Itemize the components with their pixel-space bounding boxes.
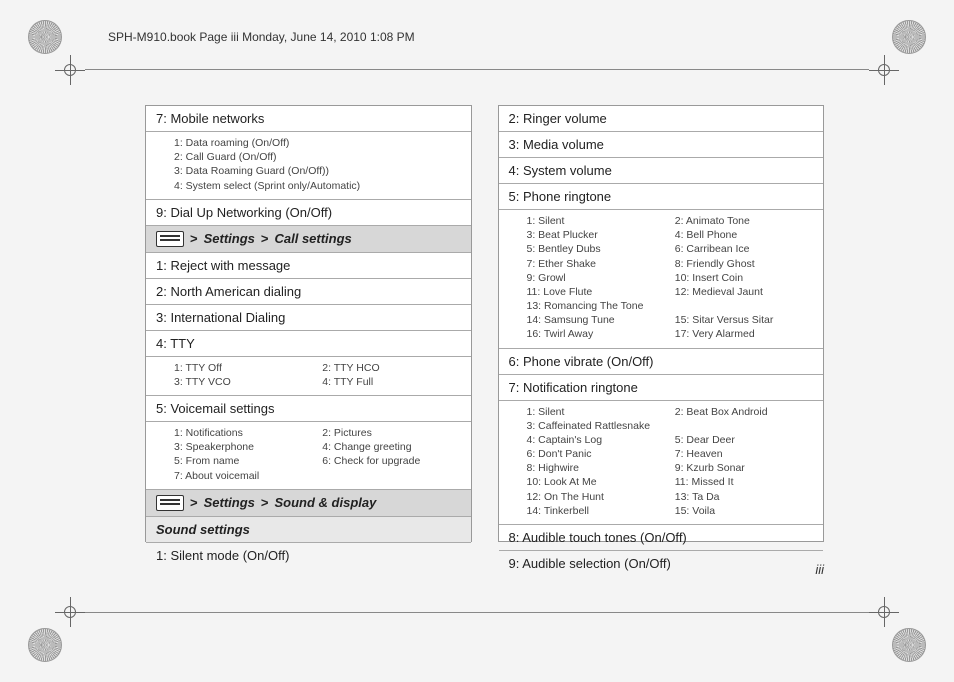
breadcrumb-part: Sound & display <box>274 495 376 510</box>
menu-row: 3: Media volume <box>499 132 824 158</box>
crop-mark-bl-icon <box>55 597 85 627</box>
sub-item: 4: Bell Phone <box>675 228 813 242</box>
left-column: 7: Mobile networks1: Data roaming (On/Of… <box>145 105 472 542</box>
sub-item: 9: Growl <box>527 271 665 285</box>
crop-line-top <box>85 69 869 70</box>
chevron-right-icon: > <box>190 231 198 246</box>
sub-item: 16: Twirl Away <box>527 327 665 341</box>
sub-item: 14: Tinkerbell <box>527 504 665 518</box>
sub-item: 14: Samsung Tune <box>527 313 665 327</box>
sub-item <box>322 469 460 483</box>
chevron-right-icon: > <box>261 231 269 246</box>
menu-row: 1: Silent mode (On/Off) <box>146 543 471 568</box>
document-header: SPH-M910.book Page iii Monday, June 14, … <box>108 30 415 44</box>
sub-item: 4: System select (Sprint only/Automatic) <box>174 179 461 193</box>
menu-row: 8: Audible touch tones (On/Off) <box>499 525 824 551</box>
crop-mark-tl-icon <box>55 55 85 85</box>
crop-line-bottom <box>85 612 869 613</box>
sub-item: 12: On The Hunt <box>527 490 665 504</box>
sub-item: 2: Pictures <box>322 426 460 440</box>
sub-item: 10: Insert Coin <box>675 271 813 285</box>
sub-item: 5: From name <box>174 454 312 468</box>
sub-item: 8: Friendly Ghost <box>675 257 813 271</box>
sub-item: 3: Beat Plucker <box>527 228 665 242</box>
sub-item: 3: Speakerphone <box>174 440 312 454</box>
sub-item: 6: Carribean Ice <box>675 242 813 256</box>
print-radial-bl-icon <box>28 628 62 662</box>
chevron-right-icon: > <box>261 495 269 510</box>
sub-item <box>675 299 813 313</box>
sub-item: 1: Data roaming (On/Off) <box>174 136 461 150</box>
sub-item: 3: TTY VCO <box>174 375 312 389</box>
sub-item: 11: Missed It <box>675 475 813 489</box>
menu-row: 2: Ringer volume <box>499 106 824 132</box>
sub-item: 2: Animato Tone <box>675 214 813 228</box>
breadcrumb-header: > Settings > Call settings <box>146 226 471 253</box>
breadcrumb-part: Settings <box>204 495 255 510</box>
breadcrumb-part: Call settings <box>274 231 351 246</box>
sub-item: 6: Don't Panic <box>527 447 665 461</box>
sub-item-grid: 1: Silent 2: Animato Tone 3: Beat Plucker 4… <box>499 210 824 349</box>
print-radial-tr-icon <box>892 20 926 54</box>
sub-item-grid: 1: Notifications 2: Pictures 3: Speakerpho… <box>146 422 471 490</box>
menu-row: 7: Mobile networks <box>146 106 471 132</box>
sub-item: 8: Highwire <box>527 461 665 475</box>
sub-item: 4: Change greeting <box>322 440 460 454</box>
print-radial-br-icon <box>892 628 926 662</box>
sub-item-grid: 1: Silent 2: Beat Box Android 3: Caffeinat… <box>499 401 824 525</box>
sub-item: 6: Check for upgrade <box>322 454 460 468</box>
sub-item-grid: 1: TTY Off 2: TTY HCO 3: TTY VCO 4: TTY Ful… <box>146 357 471 396</box>
sub-item: 1: TTY Off <box>174 361 312 375</box>
sub-item: 12: Medieval Jaunt <box>675 285 813 299</box>
sub-item: 13: Romancing The Tone <box>527 299 665 313</box>
menu-row: 7: Notification ringtone <box>499 375 824 401</box>
menu-row: 5: Voicemail settings <box>146 396 471 422</box>
sub-item: 5: Bentley Dubs <box>527 242 665 256</box>
menu-row: 2: North American dialing <box>146 279 471 305</box>
sub-item: 13: Ta Da <box>675 490 813 504</box>
menu-row: 6: Phone vibrate (On/Off) <box>499 349 824 375</box>
sub-item: 11: Love Flute <box>527 285 665 299</box>
chevron-right-icon: > <box>190 495 198 510</box>
crop-mark-tr-icon <box>869 55 899 85</box>
menu-row: 9: Dial Up Networking (On/Off) <box>146 200 471 226</box>
sub-item: 7: About voicemail <box>174 469 312 483</box>
sub-item: 2: TTY HCO <box>322 361 460 375</box>
breadcrumb-part: Settings <box>204 231 255 246</box>
sub-item: 7: Ether Shake <box>527 257 665 271</box>
sub-item: 15: Sitar Versus Sitar <box>675 313 813 327</box>
sub-item: 2: Beat Box Android <box>675 405 813 419</box>
sub-item: 3: Caffeinated Rattlesnake <box>527 419 665 433</box>
menu-row: 4: TTY <box>146 331 471 357</box>
menu-row: 9: Audible selection (On/Off) <box>499 551 824 576</box>
menu-row: 4: System volume <box>499 158 824 184</box>
menu-icon <box>156 231 184 247</box>
sub-item: 10: Look At Me <box>527 475 665 489</box>
sub-item: 4: TTY Full <box>322 375 460 389</box>
sub-item: 9: Kzurb Sonar <box>675 461 813 475</box>
sub-item: 1: Silent <box>527 214 665 228</box>
sub-item: 2: Call Guard (On/Off) <box>174 150 461 164</box>
print-radial-tl-icon <box>28 20 62 54</box>
sub-item-list: 1: Data roaming (On/Off)2: Call Guard (O… <box>146 132 471 200</box>
crop-mark-br-icon <box>869 597 899 627</box>
menu-row: 3: International Dialing <box>146 305 471 331</box>
sub-item: 15: Voila <box>675 504 813 518</box>
menu-icon <box>156 495 184 511</box>
right-column: 2: Ringer volume3: Media volume4: System… <box>498 105 825 542</box>
menu-row: 5: Phone ringtone <box>499 184 824 210</box>
sub-item: 1: Silent <box>527 405 665 419</box>
sub-item: 1: Notifications <box>174 426 312 440</box>
sub-item: 5: Dear Deer <box>675 433 813 447</box>
sub-item: 7: Heaven <box>675 447 813 461</box>
section-subheader: Sound settings <box>146 517 471 543</box>
sub-item: 4: Captain's Log <box>527 433 665 447</box>
sub-item <box>675 419 813 433</box>
breadcrumb-header: > Settings > Sound & display <box>146 490 471 517</box>
menu-row: 1: Reject with message <box>146 253 471 279</box>
sub-item: 17: Very Alarmed <box>675 327 813 341</box>
sub-item: 3: Data Roaming Guard (On/Off)) <box>174 164 461 178</box>
